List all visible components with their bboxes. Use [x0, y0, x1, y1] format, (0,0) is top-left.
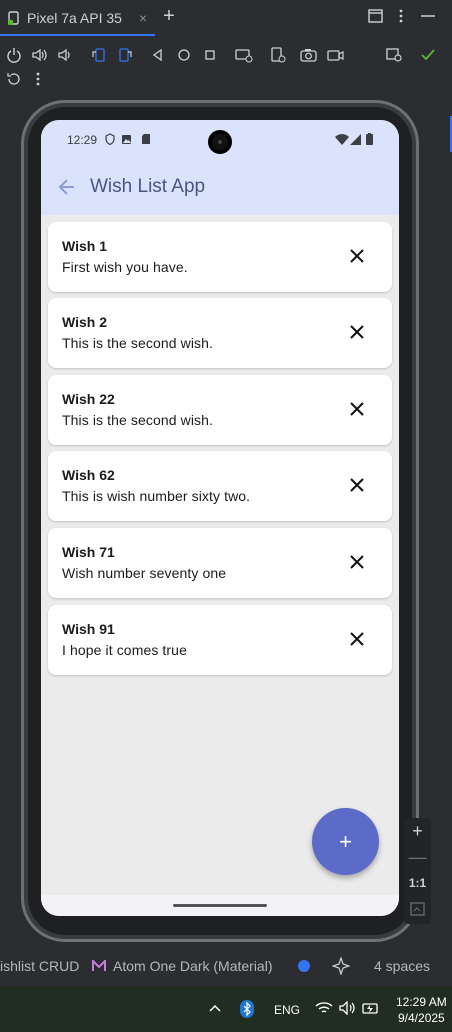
- delete-wish-icon[interactable]: [347, 246, 367, 266]
- zoom-in-button[interactable]: +: [404, 818, 431, 844]
- app-title: Wish List App: [90, 176, 206, 197]
- status-time: 12:29: [67, 133, 98, 147]
- indent-setting[interactable]: 4 spaces: [374, 958, 430, 974]
- battery-charging-icon[interactable]: [362, 1001, 380, 1015]
- wifi-status-icon[interactable]: [315, 1001, 333, 1015]
- device-settings-icon[interactable]: [270, 47, 286, 63]
- screenshot-camera-icon[interactable]: [300, 47, 318, 63]
- zoom-out-button[interactable]: —: [404, 844, 431, 870]
- overview-icon[interactable]: [203, 48, 217, 62]
- ide-status-bar: ishlist CRUD Atom One Dark (Material) 4 …: [0, 946, 452, 986]
- screen-record-icon[interactable]: [327, 47, 345, 63]
- volume-up-icon[interactable]: [31, 47, 49, 63]
- wish-title: Wish 22: [62, 391, 115, 407]
- device-icon: [8, 11, 19, 25]
- layout-inspector-icon[interactable]: [386, 47, 404, 63]
- delete-wish-icon[interactable]: [347, 475, 367, 495]
- restore-window-icon[interactable]: [367, 8, 385, 24]
- wish-card[interactable]: Wish 62 This is wish number sixty two.: [48, 451, 392, 521]
- toolbar-more-icon[interactable]: [33, 71, 43, 87]
- plus-icon: +: [339, 828, 352, 854]
- device-screen[interactable]: 12:29 Wish List App Wish 1 First wish yo…: [41, 120, 399, 916]
- more-options-icon[interactable]: [396, 8, 406, 24]
- wish-title: Wish 2: [62, 314, 107, 330]
- fit-screen-icon[interactable]: [410, 902, 425, 916]
- minimize-icon[interactable]: [420, 14, 436, 18]
- wish-description: First wish you have.: [62, 259, 188, 275]
- sd-card-icon: [142, 134, 150, 144]
- windows-taskbar: ENG 12:29 AM 9/4/2025: [0, 986, 452, 1032]
- wish-description: This is the second wish.: [62, 335, 214, 351]
- wish-card[interactable]: Wish 1 First wish you have.: [48, 222, 392, 292]
- chevron-up-icon[interactable]: [208, 1003, 222, 1013]
- rotate-left-icon[interactable]: [90, 47, 108, 63]
- gesture-handle[interactable]: [173, 904, 267, 907]
- speaker-icon[interactable]: [339, 1001, 357, 1015]
- checkmark-icon[interactable]: [420, 48, 436, 62]
- wish-card[interactable]: Wish 91 I hope it comes true: [48, 605, 392, 675]
- wish-title: Wish 71: [62, 544, 115, 560]
- wish-card[interactable]: Wish 22 This is the second wish.: [48, 375, 392, 445]
- zoom-controls: + — 1:1: [404, 818, 431, 924]
- delete-wish-icon[interactable]: [347, 552, 367, 572]
- clock-time[interactable]: 12:29 AM: [396, 995, 447, 1009]
- add-wish-fab[interactable]: +: [312, 808, 379, 875]
- wish-card[interactable]: Wish 71 Wish number seventy one: [48, 528, 392, 598]
- image-notification-icon: [122, 135, 131, 144]
- project-name[interactable]: ishlist CRUD: [0, 958, 79, 974]
- shield-icon: [105, 133, 115, 145]
- wish-description: Wish number seventy one: [62, 565, 227, 581]
- theme-name[interactable]: Atom One Dark (Material): [113, 958, 272, 974]
- zoom-1to1-button[interactable]: 1:1: [404, 870, 431, 896]
- wish-description: This is the second wish.: [62, 412, 214, 428]
- wifi-icon: [335, 134, 349, 145]
- volume-down-icon[interactable]: [57, 47, 73, 63]
- front-camera: [208, 130, 232, 154]
- tab-device-pixel7a[interactable]: Pixel 7a API 35 ×: [0, 0, 155, 36]
- tab-label: Pixel 7a API 35: [27, 10, 122, 26]
- rotate-right-icon[interactable]: [116, 47, 134, 63]
- history-icon[interactable]: [6, 71, 22, 87]
- battery-icon: [366, 133, 373, 145]
- power-icon[interactable]: [6, 47, 22, 63]
- wish-description: I hope it comes true: [62, 642, 187, 658]
- status-dot-icon[interactable]: [297, 959, 311, 973]
- home-icon[interactable]: [177, 48, 191, 62]
- add-tab-button[interactable]: +: [160, 6, 178, 26]
- delete-wish-icon[interactable]: [347, 399, 367, 419]
- back-arrow-icon[interactable]: [57, 175, 77, 199]
- theme-icon: [92, 960, 106, 971]
- keyboard-icon[interactable]: [235, 47, 253, 63]
- active-tab-indicator: [0, 34, 155, 36]
- wish-title: Wish 62: [62, 467, 115, 483]
- back-icon[interactable]: [151, 48, 165, 62]
- delete-wish-icon[interactable]: [347, 629, 367, 649]
- tab-close-icon[interactable]: ×: [139, 10, 147, 26]
- wish-title: Wish 91: [62, 621, 115, 637]
- clock-date[interactable]: 9/4/2025: [398, 1011, 445, 1025]
- wish-card[interactable]: Wish 2 This is the second wish.: [48, 298, 392, 368]
- app-bar: Wish List App: [41, 160, 399, 215]
- wish-description: This is wish number sixty two.: [62, 488, 251, 504]
- ai-assistant-icon[interactable]: [332, 957, 350, 975]
- emulator-toolbar: [0, 40, 452, 94]
- wish-title: Wish 1: [62, 238, 107, 254]
- bluetooth-icon[interactable]: [240, 1000, 254, 1018]
- input-language[interactable]: ENG: [274, 1003, 300, 1017]
- cellular-signal-icon: [350, 134, 361, 145]
- gesture-nav-bar: [41, 895, 399, 916]
- delete-wish-icon[interactable]: [347, 322, 367, 342]
